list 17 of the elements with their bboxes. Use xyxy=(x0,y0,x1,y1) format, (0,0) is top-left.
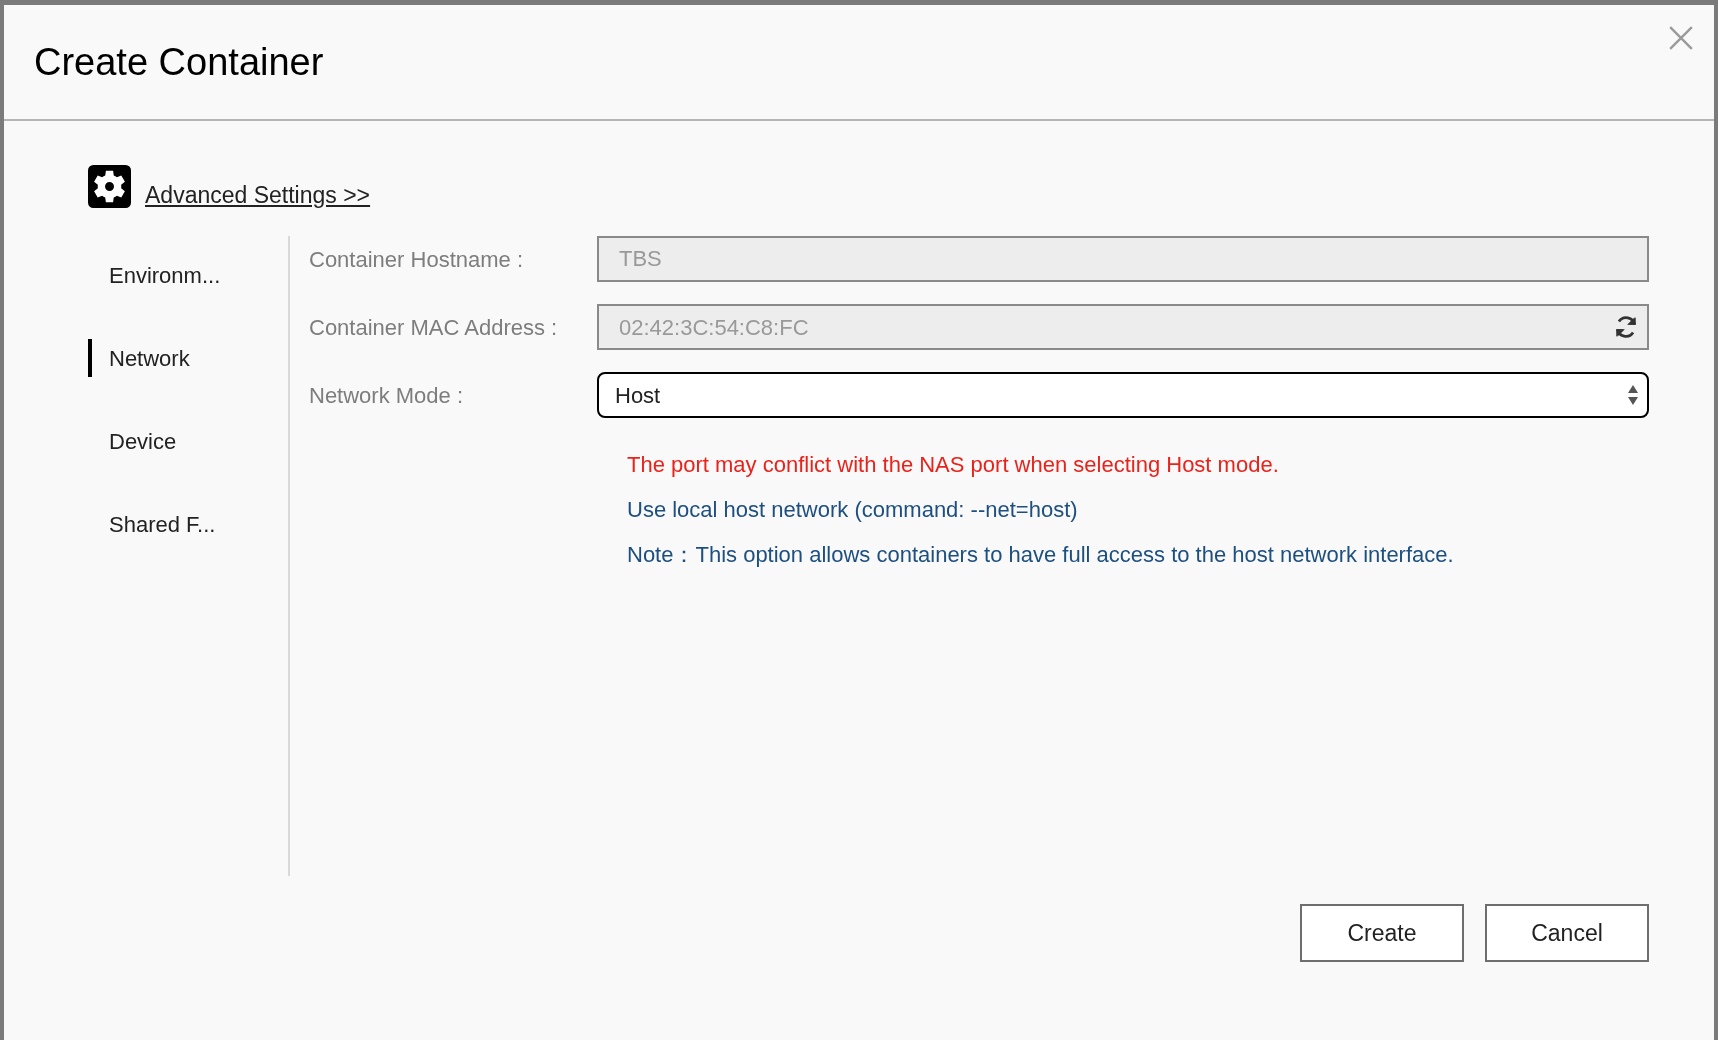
info-message: Note：This option allows containers to have full access to the host network interface. xyxy=(627,541,1455,569)
gear-icon xyxy=(88,165,131,208)
close-button[interactable] xyxy=(1668,25,1694,51)
info-message: Use local host network (command: --net=host) xyxy=(627,496,1079,524)
sidebar-tab[interactable]: Shared F... xyxy=(88,505,288,543)
sidebar-tab[interactable]: Environm... xyxy=(88,256,288,294)
dialog-title: Create Container xyxy=(34,39,324,85)
dialog-button[interactable]: Cancel xyxy=(1485,904,1649,962)
dialog-button[interactable]: Create xyxy=(1300,904,1464,962)
sort-arrows-icon xyxy=(1627,384,1639,406)
advanced-settings-link[interactable]: Advanced Settings >> xyxy=(145,177,371,212)
field-label: Container Hostname : xyxy=(309,245,524,274)
warning-message: The port may conflict with the NAS port when selecting Host mode. xyxy=(627,451,1280,479)
sidebar-tab[interactable]: Device xyxy=(88,422,288,460)
field-label: Container MAC Address : xyxy=(309,313,559,342)
select-dropdown[interactable]: Host xyxy=(597,372,1649,418)
field-label: Network Mode : xyxy=(309,381,465,410)
